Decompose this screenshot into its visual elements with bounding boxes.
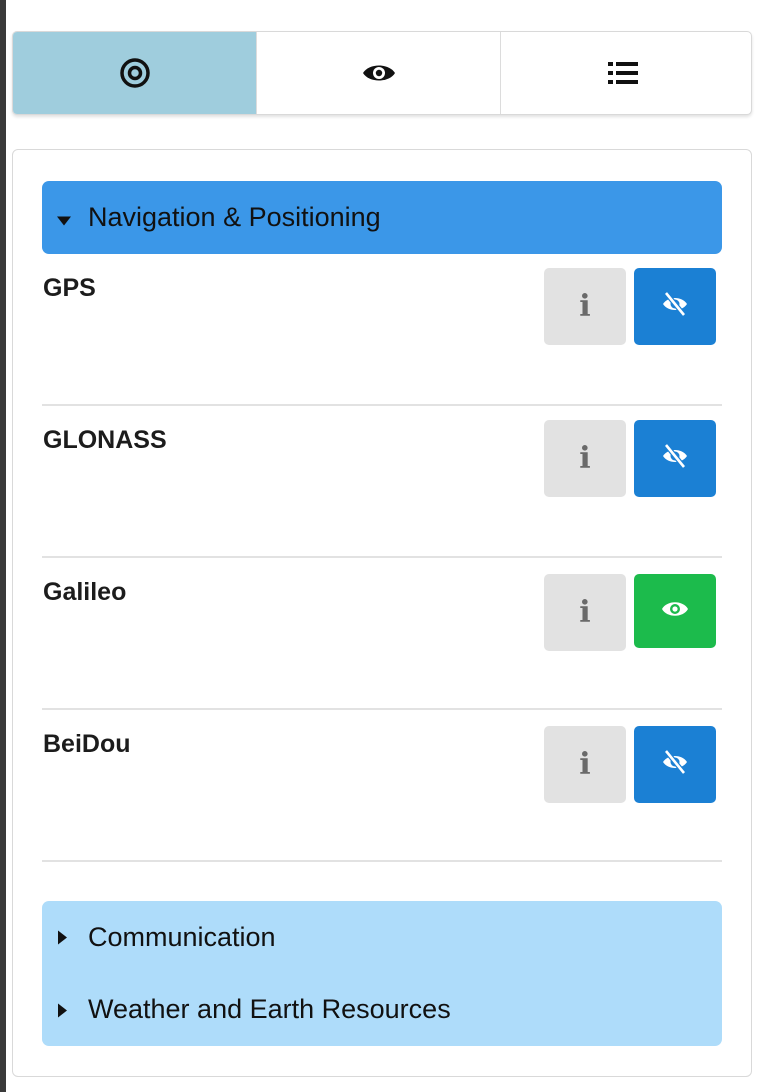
row-divider: [42, 860, 722, 862]
satellite-name: GLONASS: [43, 426, 167, 454]
satellite-name: GPS: [43, 274, 96, 302]
beidou-info-button[interactable]: i: [544, 726, 626, 803]
tab-target[interactable]: [13, 32, 257, 114]
glonass-info-button[interactable]: i: [544, 420, 626, 497]
satellite-row-glonass: GLONASS i: [42, 406, 722, 558]
satellite-name: Galileo: [43, 578, 127, 606]
beidou-visibility-button[interactable]: [634, 726, 716, 803]
info-icon: i: [579, 289, 591, 324]
info-icon: i: [579, 441, 591, 476]
section-header-communication[interactable]: Communication: [42, 901, 722, 973]
galileo-info-button[interactable]: i: [544, 574, 626, 651]
caret-right-icon: [56, 994, 68, 1025]
tab-eye[interactable]: [257, 32, 501, 114]
section-header-navigation[interactable]: Navigation & Positioning: [42, 181, 722, 254]
eye-icon: [361, 61, 397, 85]
satellite-row-galileo: Galileo i: [42, 558, 722, 710]
section-label: Weather and Earth Resources: [88, 994, 451, 1024]
section-label: Navigation & Positioning: [88, 202, 381, 232]
eye-icon: [660, 598, 690, 625]
satellite-row-gps: GPS i: [42, 254, 722, 406]
section-header-weather[interactable]: Weather and Earth Resources: [42, 973, 722, 1046]
gps-visibility-button[interactable]: [634, 268, 716, 345]
target-icon: [118, 56, 152, 90]
tab-list[interactable]: [501, 32, 745, 114]
gps-info-button[interactable]: i: [544, 268, 626, 345]
info-icon: i: [579, 595, 591, 630]
glonass-visibility-button[interactable]: [634, 420, 716, 497]
galileo-visibility-button[interactable]: [634, 574, 716, 648]
eye-slash-icon: [660, 443, 690, 474]
satellite-row-beidou: BeiDou i: [42, 710, 722, 862]
view-tab-bar: [12, 31, 752, 115]
satellite-name: BeiDou: [43, 730, 131, 758]
caret-right-icon: [56, 922, 68, 953]
eye-slash-icon: [660, 291, 690, 322]
list-icon: [608, 60, 638, 86]
window-edge: [0, 0, 6, 1092]
info-icon: i: [579, 747, 591, 782]
caret-down-icon: [56, 202, 72, 233]
section-label: Communication: [88, 921, 276, 952]
satellite-panel: Navigation & Positioning GPS i GLONASS i: [12, 149, 752, 1077]
eye-slash-icon: [660, 749, 690, 780]
